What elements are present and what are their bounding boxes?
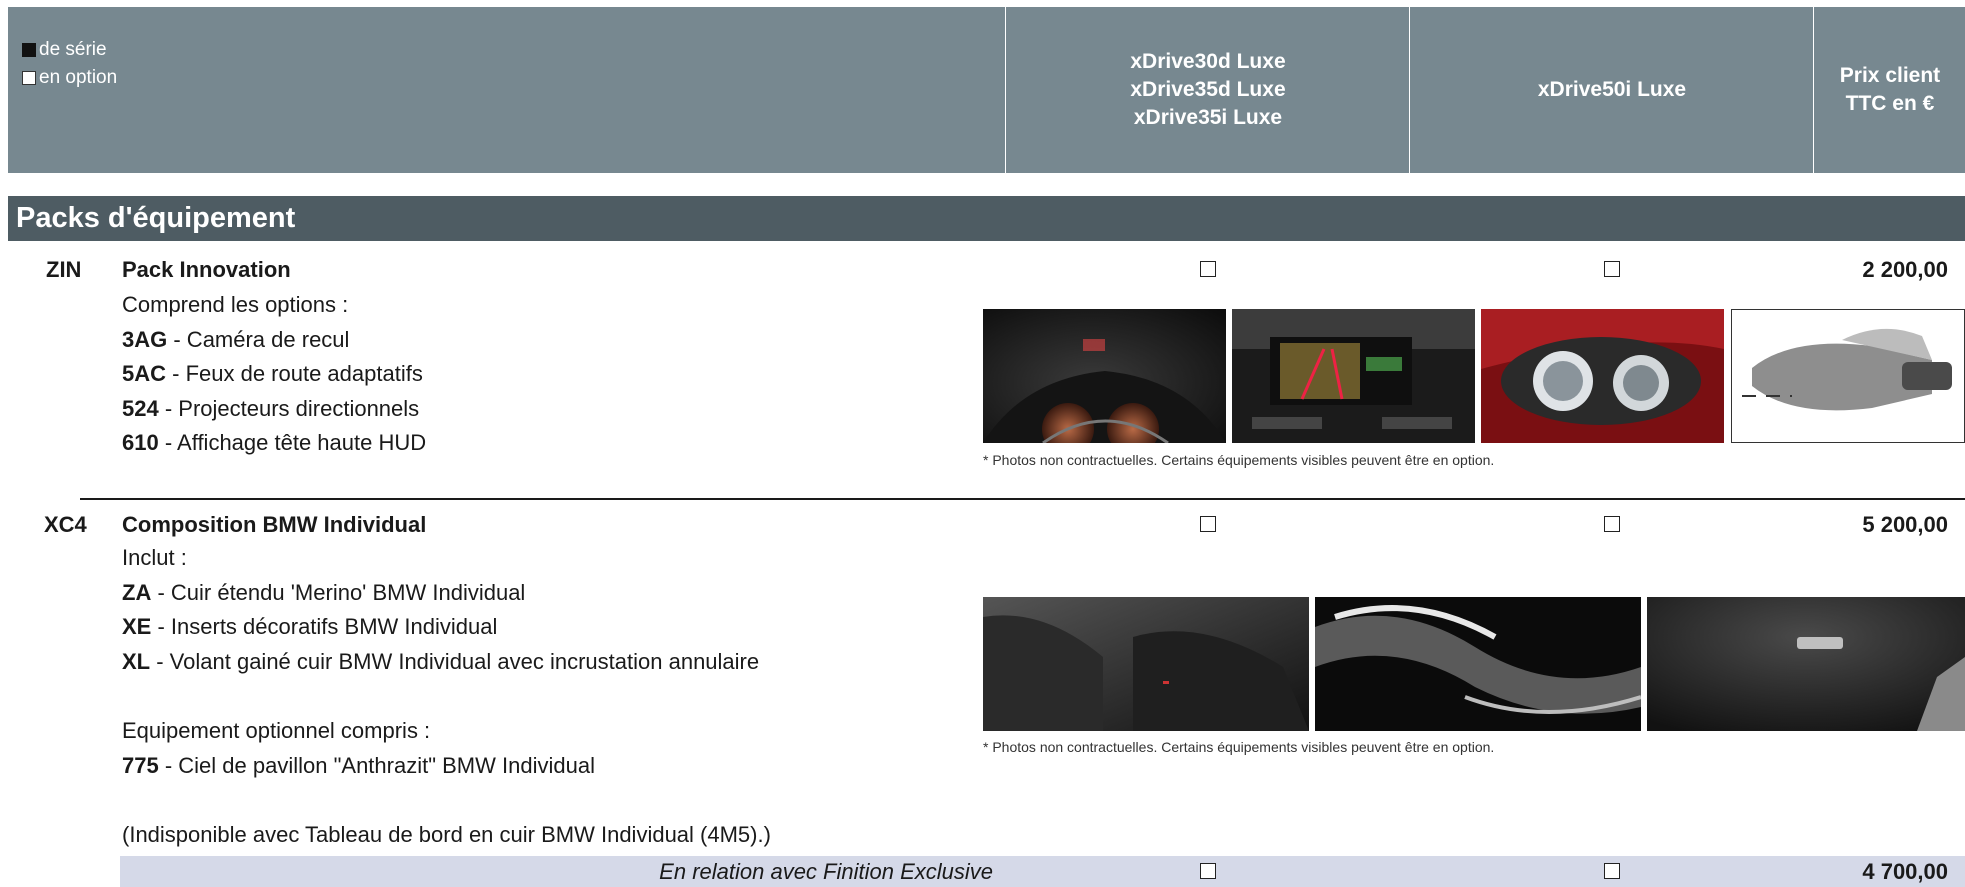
column-header-line: xDrive35d Luxe	[1130, 78, 1286, 101]
photo-adaptive-headlight	[1481, 309, 1724, 443]
column-header-xdrive50i: xDrive50i Luxe	[1409, 7, 1814, 173]
legend-cell	[8, 7, 1005, 173]
section-title: Packs d'équipement	[16, 202, 296, 234]
option-checkbox[interactable]	[1200, 261, 1216, 277]
pack-line: XL - Volant gainé cuir BMW Individual av…	[122, 648, 760, 674]
photo-hud-dashboard	[983, 309, 1226, 443]
pack-name: Composition BMW Individual	[122, 512, 427, 537]
pack-line: Comprend les options :	[122, 292, 349, 317]
table-header: xDrive30d Luxe xDrive35d Luxe xDrive35i …	[8, 7, 1965, 173]
pack-line: 524 - Projecteurs directionnels	[122, 395, 420, 421]
option-checkbox[interactable]	[1200, 516, 1216, 532]
photo-piano-black-trim	[1315, 597, 1641, 731]
photo-light-beam-diagram	[1731, 309, 1965, 443]
photo-caption: * Photos non contractuelles. Certains éq…	[983, 452, 1495, 468]
photo-caption: * Photos non contractuelles. Certains éq…	[983, 739, 1495, 755]
pack-name: Pack Innovation	[122, 257, 291, 282]
pack-details: Comprend les options : 3AG - Caméra de r…	[122, 288, 426, 461]
photo-leather-seats	[983, 597, 1309, 731]
option-checkbox[interactable]	[1604, 261, 1620, 277]
pack-line: 3AG - Caméra de recul	[122, 326, 350, 352]
legend-option: en option	[22, 64, 117, 92]
section-bar	[8, 196, 1965, 241]
column-header-line: xDrive50i Luxe	[1537, 78, 1687, 101]
legend: de série en option	[22, 36, 117, 92]
legend-standard-label: de série	[39, 39, 107, 60]
photo-anthrazit-headliner	[1647, 597, 1965, 731]
pack-line: (Indisponible avec Tableau de bord en cu…	[122, 821, 771, 847]
relation-label: En relation avec Finition Exclusive	[659, 859, 993, 884]
pack-code: XC4	[44, 512, 87, 537]
row-divider	[80, 498, 1965, 500]
pack-line: 775 - Ciel de pavillon "Anthrazit" BMW I…	[122, 752, 595, 778]
pack-line	[122, 783, 771, 818]
legend-option-label: en option	[39, 67, 118, 88]
option-checkbox[interactable]	[1200, 863, 1216, 879]
column-header-line: xDrive35i Luxe	[1133, 106, 1283, 129]
pack-price: 5 200,00	[1862, 512, 1948, 537]
filled-square-icon	[22, 43, 36, 57]
column-header-line: TTC en €	[1845, 92, 1935, 115]
column-header-price: Prix client TTC en €	[1813, 7, 1965, 173]
pack-line: 5AC - Feux de route adaptatifs	[122, 361, 423, 387]
relation-price: 4 700,00	[1862, 859, 1948, 884]
column-header-line: Prix client	[1839, 64, 1941, 87]
pack-details: Inclut : ZA - Cuir étendu 'Merino' BMW I…	[122, 541, 771, 852]
photo-rear-camera-screen	[1232, 309, 1475, 443]
option-checkbox[interactable]	[1604, 863, 1620, 879]
column-header-line: xDrive30d Luxe	[1130, 50, 1286, 73]
pack-line	[122, 679, 771, 714]
pack-line: 610 - Affichage tête haute HUD	[122, 430, 427, 456]
pack-line: ZA - Cuir étendu 'Merino' BMW Individual	[122, 579, 526, 605]
legend-standard: de série	[22, 36, 117, 64]
column-header-xdrive30d-35d-35i: xDrive30d Luxe xDrive35d Luxe xDrive35i …	[1005, 7, 1410, 173]
option-checkbox[interactable]	[1604, 516, 1620, 532]
pack-price: 2 200,00	[1862, 257, 1948, 282]
pack-line: Inclut :	[122, 545, 187, 570]
pack-line: Equipement optionnel compris :	[122, 717, 431, 743]
pack-line: XE - Inserts décoratifs BMW Individual	[122, 614, 498, 640]
pack-code: ZIN	[46, 257, 82, 282]
empty-square-icon	[22, 71, 36, 85]
